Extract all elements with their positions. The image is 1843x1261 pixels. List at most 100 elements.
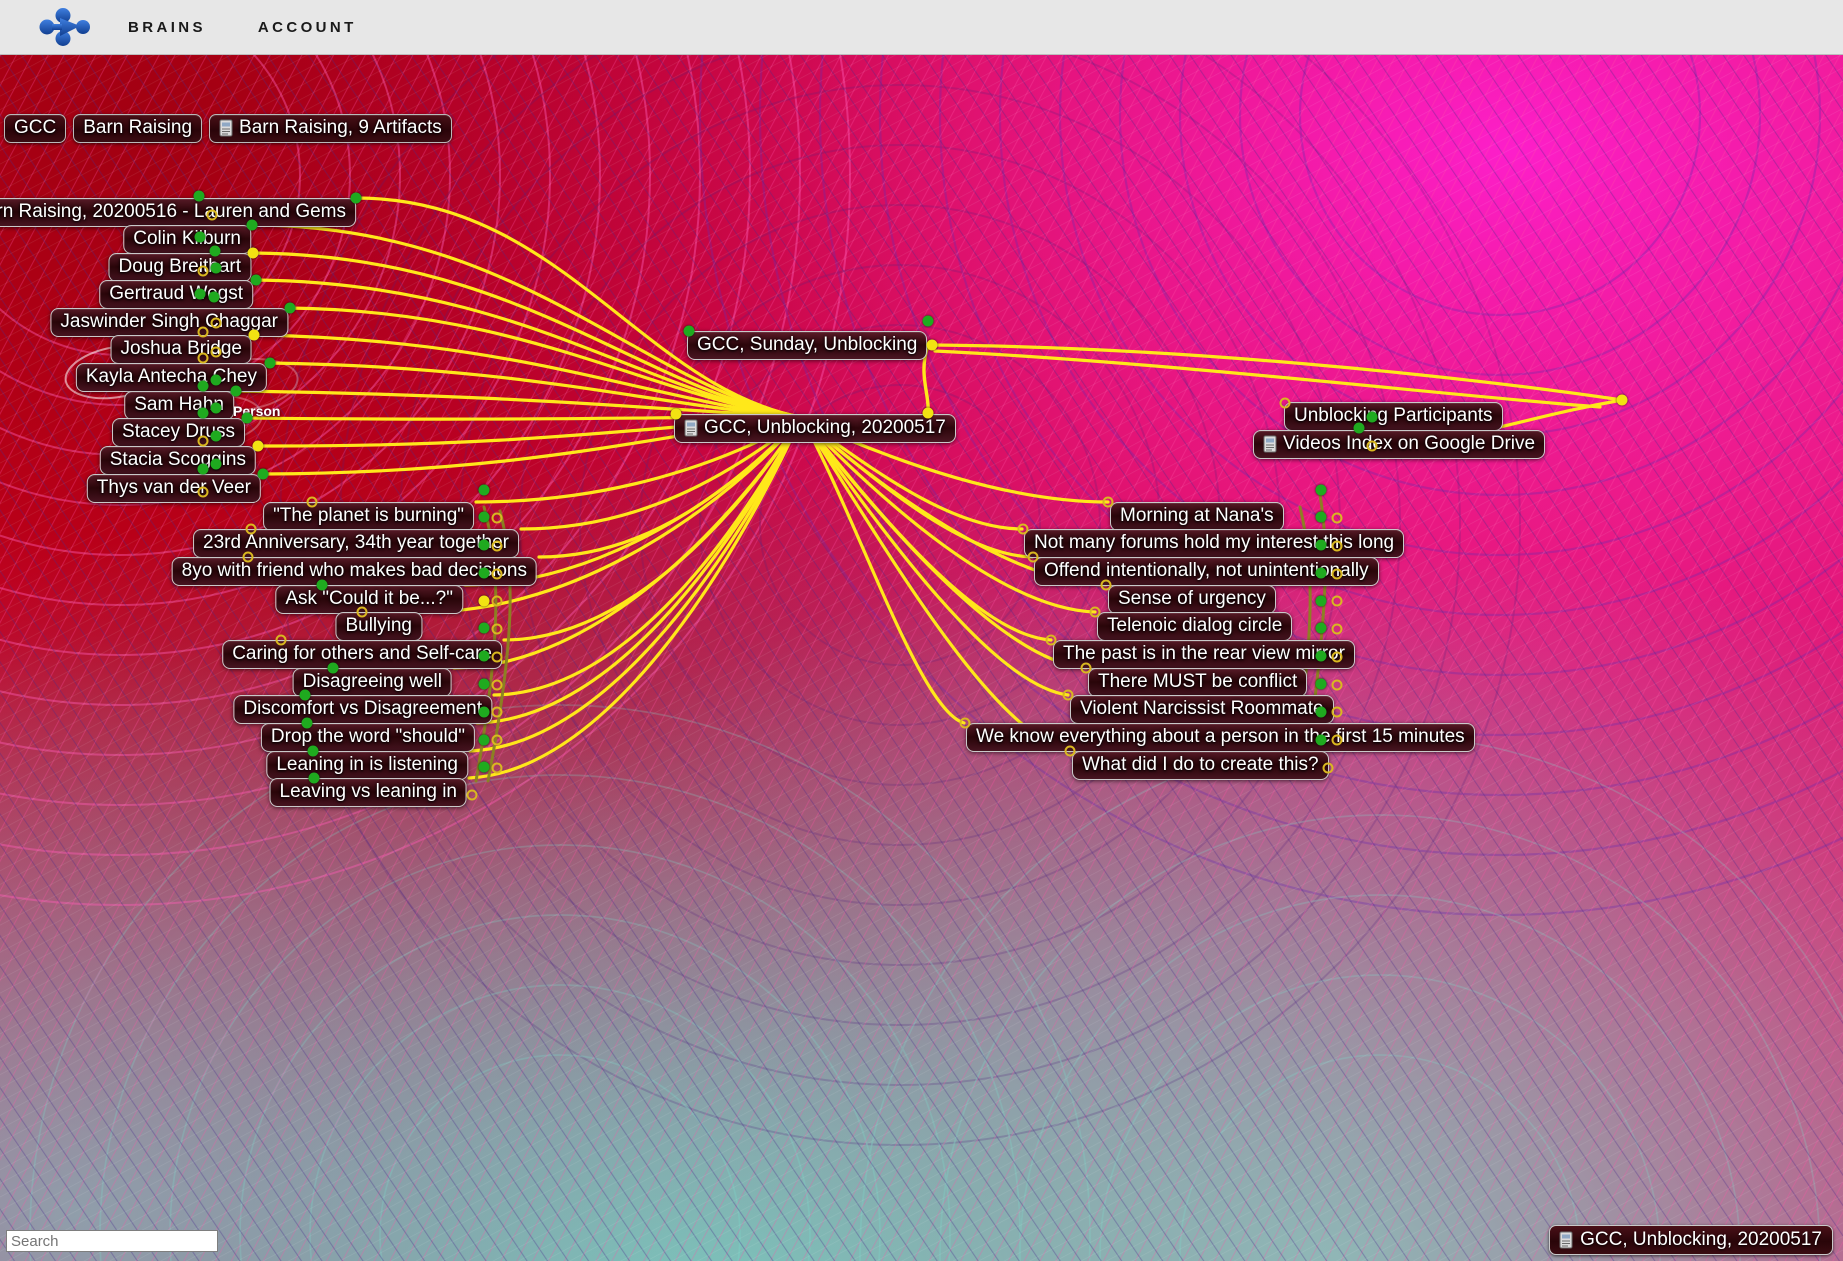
node-thys-van-der-veer[interactable]: Thys van der Veer	[86, 474, 261, 503]
node-stacia-scoggins[interactable]: Stacia Scoggins	[99, 446, 256, 475]
connection-dot[interactable]	[1017, 523, 1029, 535]
brain-canvas[interactable]: GCC Barn Raising Barn Raising, 9 Artifac…	[0, 55, 1843, 1261]
nav-link-brains[interactable]: BRAINS	[128, 19, 206, 36]
node-videos-index-on-google-drive[interactable]: Videos Index on Google Drive	[1253, 430, 1546, 459]
thebrain-logo-icon[interactable]	[38, 7, 100, 47]
node-the-planet-is-burning[interactable]: "The planet is burning"	[263, 502, 474, 531]
node-gertraud-wegst[interactable]: Gertraud Wegst	[99, 280, 253, 309]
node-offend-intentionally[interactable]: Offend intentionally, not unintentionall…	[1034, 557, 1379, 586]
connection-dot[interactable]	[1315, 650, 1327, 662]
connection-dot[interactable]	[491, 762, 503, 774]
node-leaving-vs-leaning-in[interactable]: Leaving vs leaning in	[269, 778, 467, 807]
connection-dot[interactable]	[926, 339, 938, 351]
connection-dot[interactable]	[478, 539, 490, 551]
connection-dot[interactable]	[197, 352, 209, 364]
connection-dot[interactable]	[491, 540, 503, 552]
connection-dot[interactable]	[241, 412, 253, 424]
connection-dot[interactable]	[683, 325, 695, 337]
connection-dot[interactable]	[301, 717, 313, 729]
node-stacey-druss[interactable]: Stacey Druss	[112, 418, 245, 447]
connection-dot[interactable]	[1045, 634, 1057, 646]
connection-dot[interactable]	[194, 288, 206, 300]
nav-link-account[interactable]: ACCOUNT	[258, 19, 357, 36]
connection-dot[interactable]	[1366, 411, 1378, 423]
node-what-did-i-do-to-create-this[interactable]: What did I do to create this?	[1072, 751, 1329, 780]
connection-dot[interactable]	[210, 402, 222, 414]
connection-dot[interactable]	[922, 407, 934, 419]
connection-dot[interactable]	[1315, 539, 1327, 551]
connection-dot[interactable]	[1315, 595, 1327, 607]
connection-dot[interactable]	[1315, 706, 1327, 718]
connection-dot[interactable]	[197, 380, 209, 392]
connection-dot[interactable]	[247, 247, 259, 259]
connection-dot[interactable]	[307, 745, 319, 757]
connection-dot[interactable]	[194, 231, 206, 243]
connection-dot[interactable]	[264, 357, 276, 369]
connection-dot[interactable]	[356, 606, 368, 618]
connection-dot[interactable]	[1279, 397, 1291, 409]
connection-dot[interactable]	[1315, 511, 1327, 523]
connection-dot[interactable]	[242, 551, 254, 563]
connection-dot[interactable]	[1089, 606, 1101, 618]
connection-dot[interactable]	[1102, 496, 1114, 508]
connection-dot[interactable]	[491, 623, 503, 635]
connection-dot[interactable]	[1331, 679, 1343, 691]
connection-dot[interactable]	[210, 317, 222, 329]
connection-dot[interactable]	[1616, 394, 1628, 406]
node-disagreeing-well[interactable]: Disagreeing well	[292, 668, 452, 697]
connection-dot[interactable]	[248, 329, 260, 341]
connection-dot[interactable]	[284, 302, 296, 314]
connection-dot[interactable]	[308, 772, 320, 784]
connection-dot[interactable]	[275, 634, 287, 646]
connection-dot[interactable]	[1331, 623, 1343, 635]
node-unblocking-participants[interactable]: Unblocking Participants	[1284, 402, 1503, 431]
connection-dot[interactable]	[250, 274, 262, 286]
connection-dot[interactable]	[209, 245, 221, 257]
connection-dot[interactable]	[1331, 512, 1343, 524]
breadcrumb-item-barn-raising-artifacts[interactable]: Barn Raising, 9 Artifacts	[209, 114, 452, 143]
node-not-many-forums[interactable]: Not many forums hold my interest this lo…	[1024, 529, 1405, 558]
node-barn-raising-20200516[interactable]: Barn Raising, 20200516 - Lauren and Gems	[0, 198, 356, 227]
node-23rd-anniversary[interactable]: 23rd Anniversary, 34th year together	[193, 529, 519, 558]
connection-dot[interactable]	[316, 579, 328, 591]
node-gcc-unblocking-20200517[interactable]: GCC, Unblocking, 20200517	[674, 414, 956, 443]
node-joshua-bridge[interactable]: Joshua Bridge	[110, 335, 252, 364]
breadcrumb-item-barn-raising[interactable]: Barn Raising	[73, 114, 203, 143]
node-sense-of-urgency[interactable]: Sense of urgency	[1108, 585, 1276, 614]
connection-dot[interactable]	[466, 789, 478, 801]
status-current-thought[interactable]: GCC, Unblocking, 20200517	[1549, 1225, 1833, 1255]
connection-dot[interactable]	[206, 209, 218, 221]
node-we-know-everything-about-a-person[interactable]: We know everything about a person in the…	[966, 723, 1475, 752]
connection-dot[interactable]	[197, 407, 209, 419]
connection-dot[interactable]	[1315, 622, 1327, 634]
node-drop-the-word-should[interactable]: Drop the word "should"	[260, 723, 475, 752]
connection-dot[interactable]	[197, 265, 209, 277]
node-leaning-in-is-listening[interactable]: Leaning in is listening	[266, 751, 468, 780]
connection-dot[interactable]	[478, 484, 490, 496]
connection-dot[interactable]	[197, 486, 209, 498]
node-discomfort-vs-disagreement[interactable]: Discomfort vs Disagreement	[233, 695, 492, 724]
node-caring-for-others-and-self-care[interactable]: Caring for others and Self-care	[222, 640, 502, 669]
connection-dot[interactable]	[197, 463, 209, 475]
connection-dot[interactable]	[1027, 551, 1039, 563]
node-violent-narcissist-roommate[interactable]: Violent Narcissist Roommate	[1070, 695, 1334, 724]
connection-dot[interactable]	[210, 430, 222, 442]
connection-dot[interactable]	[478, 650, 490, 662]
connection-dot[interactable]	[478, 567, 490, 579]
connection-dot[interactable]	[208, 291, 220, 303]
breadcrumb-item-gcc[interactable]: GCC	[4, 114, 67, 143]
connection-dot[interactable]	[670, 408, 682, 420]
node-gcc-sunday-unblocking[interactable]: GCC, Sunday, Unblocking	[687, 331, 928, 360]
connection-dot[interactable]	[1331, 568, 1343, 580]
connection-dot[interactable]	[1315, 567, 1327, 579]
connection-dot[interactable]	[478, 706, 490, 718]
node-ask-could-it-be[interactable]: Ask "Could it be...?"	[275, 585, 463, 614]
connection-dot[interactable]	[491, 679, 503, 691]
connection-dot[interactable]	[1064, 745, 1076, 757]
connection-dot[interactable]	[1322, 762, 1334, 774]
connection-dot[interactable]	[252, 440, 264, 452]
connection-dot[interactable]	[1315, 678, 1327, 690]
node-bullying[interactable]: Bullying	[335, 612, 422, 641]
connection-dot[interactable]	[491, 512, 503, 524]
connection-dot[interactable]	[350, 192, 362, 204]
